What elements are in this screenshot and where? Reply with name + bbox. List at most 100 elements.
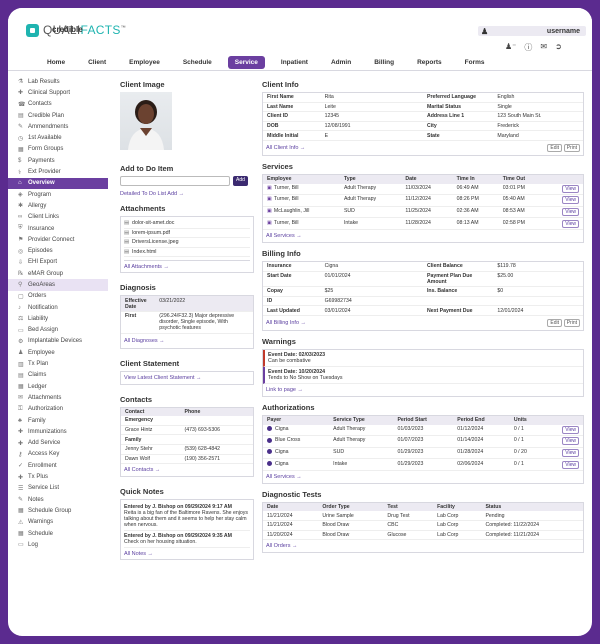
nav-admin[interactable]: Admin [324, 56, 358, 69]
all-billing-link[interactable]: All Billing Info [266, 320, 306, 326]
all-client-info-link[interactable]: All Client Info [266, 145, 305, 151]
billing-print-button[interactable]: Print [563, 318, 580, 327]
sidebar-item-clinical-support[interactable]: ✚ Clinical Support [8, 87, 108, 98]
user-menu[interactable]: ♟ username [478, 26, 586, 36]
diagnostic-row[interactable]: 11/21/2024 Urine Sample Drug Test Lab Corp P… [263, 511, 583, 522]
sidebar-item-episodes[interactable]: ◎ Episodes [8, 245, 108, 256]
nav-billing[interactable]: Billing [367, 56, 401, 69]
attachment-item[interactable]: ▤ lorem-ipsum.pdf [124, 229, 250, 239]
sidebar-item-enrollment[interactable]: ✓ Enrollment [8, 460, 108, 471]
auth-row[interactable]: Cigna Intake 01/29/2023 02/06/2024 0 / 1 View [263, 458, 583, 471]
service-row[interactable]: ▣ Turner, Bill Adult Therapy 11/12/2024 08:2… [263, 194, 583, 207]
sidebar-item-warnings[interactable]: ⚠ Warnings [8, 517, 108, 528]
contact-row[interactable]: Jenny Stehr (539) 628-4842 [121, 444, 253, 455]
nav-inpatient[interactable]: Inpatient [274, 56, 315, 69]
all-diagnoses-link[interactable]: All Diagnoses [121, 334, 253, 348]
sidebar-item-attachments[interactable]: ✉ Attachments [8, 392, 108, 403]
contact-row[interactable]: Dawn Wolf (190) 356-2571 [121, 454, 253, 465]
nav-employee[interactable]: Employee [122, 56, 167, 69]
client-info-edit-button[interactable]: Edit [547, 143, 563, 152]
warnings-link[interactable]: Link to page [263, 384, 583, 396]
all-orders-link[interactable]: All Orders [263, 540, 583, 552]
auth-all-services-link[interactable]: All Services [263, 471, 583, 483]
sidebar-item-credible-plan[interactable]: ▤ Credible Plan [8, 110, 108, 121]
diagnostic-row[interactable]: 11/20/2024 Blood Draw Glucose Lab Corp Compl… [263, 530, 583, 541]
mail-icon[interactable]: ✉ [540, 42, 547, 53]
all-services-link[interactable]: All Services [263, 230, 583, 242]
sidebar-item-log[interactable]: ▭ Log [8, 539, 108, 550]
attachment-item[interactable]: ▤ Index.html [124, 248, 250, 258]
sidebar-item-implantable-devices[interactable]: ⚙ Implantable Devices [8, 336, 108, 347]
sidebar-item-family[interactable]: ♣ Family [8, 415, 108, 426]
service-view-button[interactable]: View [562, 219, 579, 228]
sidebar-item-ext-provider[interactable]: ⚕ Ext Provider [8, 166, 108, 177]
all-notes-link[interactable]: All Notes [124, 548, 250, 557]
auth-row[interactable]: Blue Cross Adult Therapy 01/07/2023 01/14/2… [263, 435, 583, 448]
service-view-button[interactable]: View [562, 184, 579, 193]
sidebar-item-add-service[interactable]: ✚ Add Service [8, 438, 108, 449]
logout-icon[interactable]: ➲ [555, 42, 562, 53]
sidebar-item-1st-available[interactable]: ◷ 1st Available [8, 132, 108, 143]
help-icon[interactable]: ⓘ [524, 42, 532, 53]
sidebar-item-employee[interactable]: ♟ Employee [8, 347, 108, 358]
sidebar-item-form-groups[interactable]: ▦ Form Groups [8, 144, 108, 155]
service-view-button[interactable]: View [562, 196, 579, 205]
sidebar-item-provider-connect[interactable]: ⚑ Provider Connect [8, 234, 108, 245]
nav-schedule[interactable]: Schedule [176, 56, 219, 69]
service-row[interactable]: ▣ Turner, Bill Intake 11/28/2024 08:13 AM 02:… [263, 217, 583, 230]
sidebar-item-client-links[interactable]: ∞ Client Links [8, 212, 108, 223]
sidebar-item-ammendments[interactable]: ✎ Ammendments [8, 121, 108, 132]
sidebar-item-emar-group[interactable]: ℞ eMAR Group [8, 268, 108, 279]
sidebar-item-contacts[interactable]: ☎ Contacts [8, 99, 108, 110]
diagnostic-row[interactable]: 11/21/2024 Blood Draw CBC Lab Corp Completed… [263, 520, 583, 531]
nav-client[interactable]: Client [81, 56, 113, 69]
attachment-item[interactable]: ▤ DriversLicense.jpeg [124, 238, 250, 248]
billing-edit-button[interactable]: Edit [547, 318, 563, 327]
sidebar-item-notification[interactable]: ♪ Notification [8, 302, 108, 313]
auth-view-button[interactable]: View [562, 437, 579, 446]
auth-view-button[interactable]: View [562, 448, 579, 457]
nav-forms[interactable]: Forms [458, 56, 492, 69]
contact-row[interactable]: Family [121, 434, 253, 445]
sidebar-item-tx-plan[interactable]: ▥ Tx Plan [8, 358, 108, 369]
auth-row[interactable]: Cigna SUD 01/29/2023 01/28/2024 0 / 20 View [263, 447, 583, 460]
users-icon[interactable]: ♟⁻ [505, 42, 516, 53]
nav-reports[interactable]: Reports [410, 56, 449, 69]
sidebar-item-service-list[interactable]: ☰ Service List [8, 483, 108, 494]
sidebar-item-ledger[interactable]: ▦ Ledger [8, 381, 108, 392]
nav-service[interactable]: Service [227, 55, 265, 69]
sidebar-item-insurance[interactable]: ⛨ Insurance [8, 223, 108, 234]
sidebar-item-bed-assign[interactable]: ▭ Bed Assign [8, 325, 108, 336]
sidebar-item-schedule-group[interactable]: ▦ Schedule Group [8, 505, 108, 516]
auth-view-button[interactable]: View [562, 425, 579, 434]
todo-add-button[interactable]: Add [233, 176, 248, 186]
service-row[interactable]: ▣ Turner, Bill Adult Therapy 11/03/2024 06:4… [263, 183, 583, 196]
sidebar-item-orders[interactable]: ▢ Orders [8, 291, 108, 302]
contact-row[interactable]: Grace Hintz (473) 693-5306 [121, 425, 253, 436]
all-contacts-link[interactable]: All Contacts [121, 464, 253, 476]
sidebar-item-schedule[interactable]: ▦ Schedule [8, 528, 108, 539]
sidebar-item-notes[interactable]: ✎ Notes [8, 494, 108, 505]
auth-view-button[interactable]: View [562, 460, 579, 469]
todo-list-link[interactable]: Detailed To Do List Add [120, 191, 254, 197]
todo-input[interactable] [120, 176, 230, 186]
sidebar-item-authorization[interactable]: ⚿ Authorization [8, 404, 108, 415]
attachment-item[interactable]: ▤ dolor-sit-amet.doc [124, 219, 250, 229]
all-attachments-link[interactable]: All Attachments [124, 264, 250, 270]
sidebar-item-payments[interactable]: $ Payments [8, 155, 108, 166]
sidebar-item-program[interactable]: ◈ Program [8, 189, 108, 200]
sidebar-item-claims[interactable]: ▤ Claims [8, 370, 108, 381]
statement-link[interactable]: View Latest Client Statement [124, 375, 250, 381]
sidebar-item-liability[interactable]: ⚖ Liability [8, 313, 108, 324]
sidebar-item-overview[interactable]: ⌂ Overview [8, 177, 108, 189]
sidebar-item-lab-results[interactable]: ⚗ Lab Results [8, 76, 108, 87]
service-row[interactable]: ▣ McLaughlin, Jill SUD 11/25/2024 02:36 AM 08… [263, 206, 583, 219]
sidebar-item-access-key[interactable]: ⚷ Access Key [8, 449, 108, 460]
sidebar-item-geoareas[interactable]: ⚲ GeoAreas [8, 279, 108, 291]
sidebar-item-allergy[interactable]: ✱ Allergy [8, 200, 108, 211]
sidebar-item-ehi-export[interactable]: ⇩ EHI Export [8, 257, 108, 268]
nav-home[interactable]: Home [40, 56, 72, 69]
service-view-button[interactable]: View [562, 208, 579, 217]
sidebar-item-tx-plus[interactable]: ✚ Tx Plus [8, 471, 108, 482]
client-info-print-button[interactable]: Print [563, 143, 580, 152]
